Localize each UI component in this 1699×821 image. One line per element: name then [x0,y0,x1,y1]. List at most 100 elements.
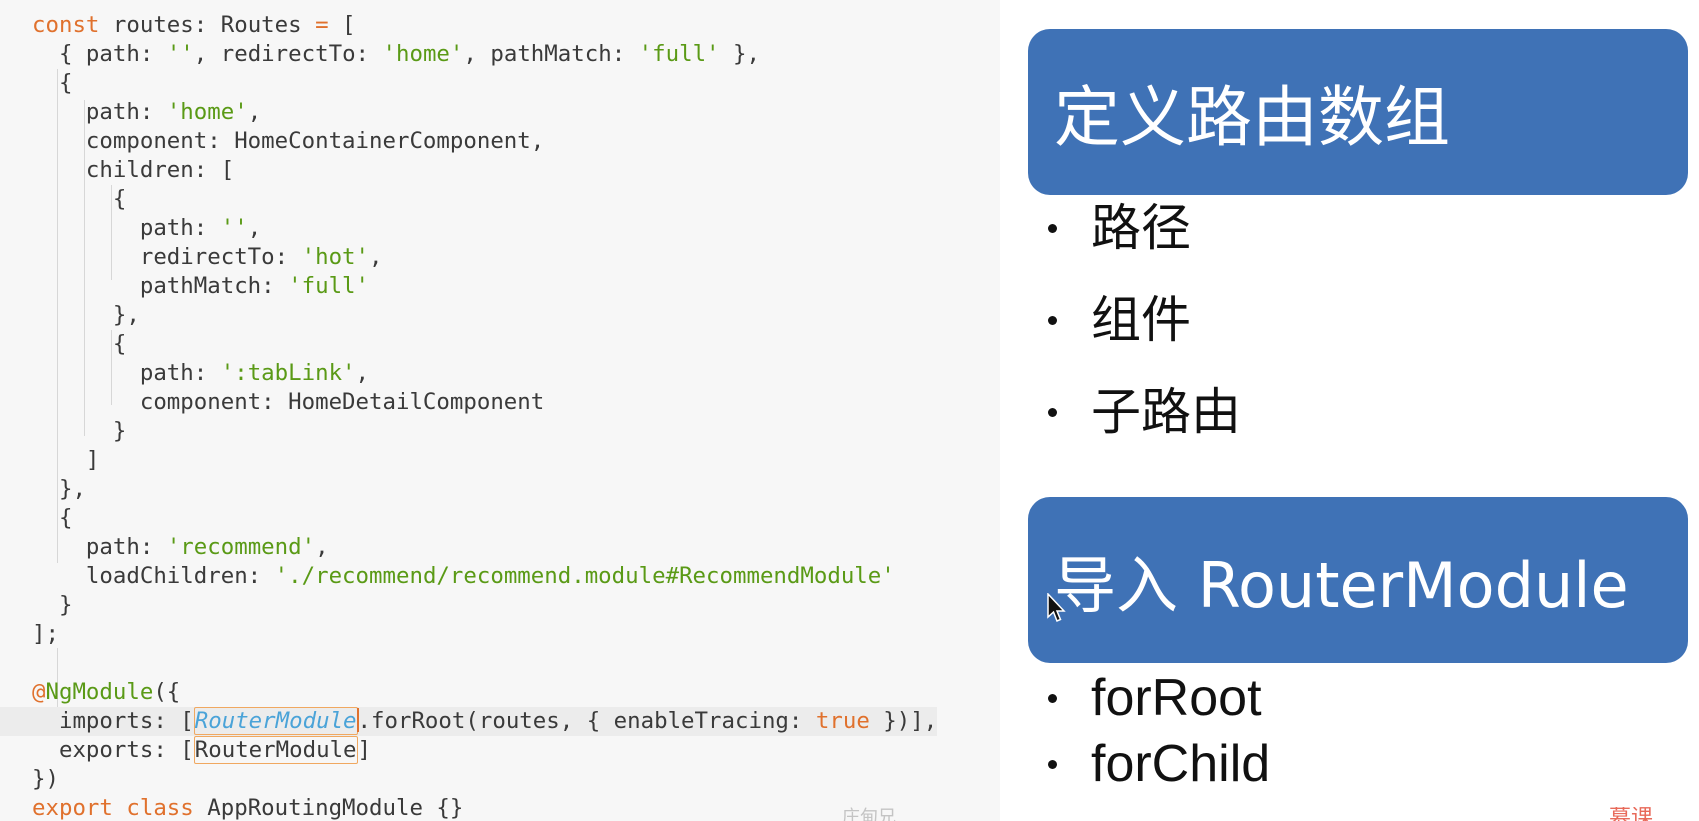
code-token: redirectTo: [32,244,302,270]
bullet-item: 路径 [1048,198,1191,258]
code-token: { [32,505,73,531]
code-token: pathMatch: [32,273,289,299]
code-token: 'hot' [301,244,370,270]
slide-heading-text: 导入 RouterModule [1054,549,1629,622]
code-line: pathMatch: 'full' [32,272,937,301]
slide-heading-define-routes: 定义路由数组 [1028,29,1688,195]
code-editor[interactable]: const routes: Routes = [ { path: '', red… [0,0,1000,821]
code-line: { [32,69,937,98]
code-token: }, [719,41,760,67]
bullet-dot-icon [1048,315,1057,325]
code-line: component: HomeContainerComponent, [32,127,937,156]
code-line: }, [32,475,937,504]
code-line: const routes: Routes = [ [32,11,937,40]
code-token: })], [869,708,938,734]
code-block[interactable]: const routes: Routes = [ { path: '', red… [0,11,938,821]
code-token: @ [32,679,46,705]
code-token: children: [ [32,157,235,183]
code-token: ]; [32,621,59,647]
code-line: }, [32,301,937,330]
slide-heading-import-router: 导入 RouterModule [1028,497,1688,663]
code-token: , redirectTo: [193,41,383,67]
code-token: }, [32,476,86,502]
code-token: exports: [ [32,737,194,763]
code-token: , [355,360,370,386]
code-line: @NgModule({ [32,678,937,707]
code-token: component: HomeDetailComponent [32,389,545,415]
code-line: { path: '', redirectTo: 'home', pathMatc… [32,40,937,69]
code-token: }) [32,766,59,792]
code-line: export class AppRoutingModule {} [32,794,937,821]
code-token: './recommend/recommend.module#RecommendM… [274,563,895,589]
code-line: ] [32,446,937,475]
code-token: ({ [153,679,181,705]
code-token: loadChildren: [32,563,275,589]
code-token: export class [32,795,194,821]
mouse-pointer-icon [1047,593,1066,622]
code-line: { [32,504,937,533]
bullet-dot-icon [1048,759,1057,769]
code-token: AppRoutingModule [207,795,423,821]
code-token: path: [32,360,221,386]
code-token: ] [357,737,372,763]
code-token: path: [32,534,167,560]
code-line: } [32,417,937,446]
code-token: ] [32,447,100,473]
watermark-text: 庄甸兄 [842,807,896,821]
code-token: .forRoot(routes, { enableTracing: [357,708,816,734]
selected-token: RouterModule [193,707,358,735]
code-line: redirectTo: 'hot', [32,243,937,272]
slide: 定义路由数组 路径 组件 子路由 导入 RouterModule forRoot… [1000,0,1699,821]
bullet-text: 路径 [1091,199,1191,257]
code-token: , pathMatch: [463,41,639,67]
code-token: , [315,534,329,560]
brand-logo: 慕课 [1609,807,1654,821]
code-token: 'home' [166,99,248,125]
bullet-item: forRoot [1048,668,1262,728]
bullet-dot-icon [1048,223,1057,233]
code-token: imports: [ [32,708,194,734]
code-line: } [32,591,937,620]
code-token: routes: Routes [99,12,316,38]
code-line: ]; [32,620,937,649]
bullet-dot-icon [1048,693,1057,703]
code-token: { [32,186,127,212]
code-token: const [32,12,100,38]
code-token: { path: [32,41,167,67]
code-line: path: ':tabLink', [32,359,937,388]
selected-token: RouterModule [193,736,358,764]
code-line: exports: [RouterModule] [32,736,937,765]
code-token: 'recommend' [166,534,316,560]
code-line: }) [32,765,937,794]
bullet-item: 子路由 [1048,382,1241,442]
code-token: path: [32,99,167,125]
code-token: } [32,418,127,444]
code-token: [ [328,12,356,38]
code-line: { [32,330,937,359]
code-line: imports: [RouterModule.forRoot(routes, {… [0,707,938,736]
bullet-text: 子路由 [1091,383,1241,441]
code-line: component: HomeDetailComponent [32,388,937,417]
code-token: {} [422,795,464,821]
code-line: path: 'home', [32,98,937,127]
code-token: { [32,331,127,357]
code-token: true [815,708,870,734]
code-token: path: [32,215,221,241]
code-token: { [32,70,73,96]
code-line: path: '', [32,214,937,243]
code-token: , [247,99,262,125]
bullet-dot-icon [1048,407,1057,417]
code-line: children: [ [32,156,937,185]
code-token: '' [220,215,248,241]
code-token: '' [166,41,194,67]
code-token: component: HomeContainerComponent, [32,128,545,154]
bullet-item: forChild [1048,734,1270,794]
code-token: } [32,592,73,618]
bullet-text: forChild [1091,735,1271,793]
code-token: NgModule [45,679,154,705]
code-token: 'full' [288,273,370,299]
code-token: , [247,215,262,241]
code-token: 'home' [382,41,464,67]
